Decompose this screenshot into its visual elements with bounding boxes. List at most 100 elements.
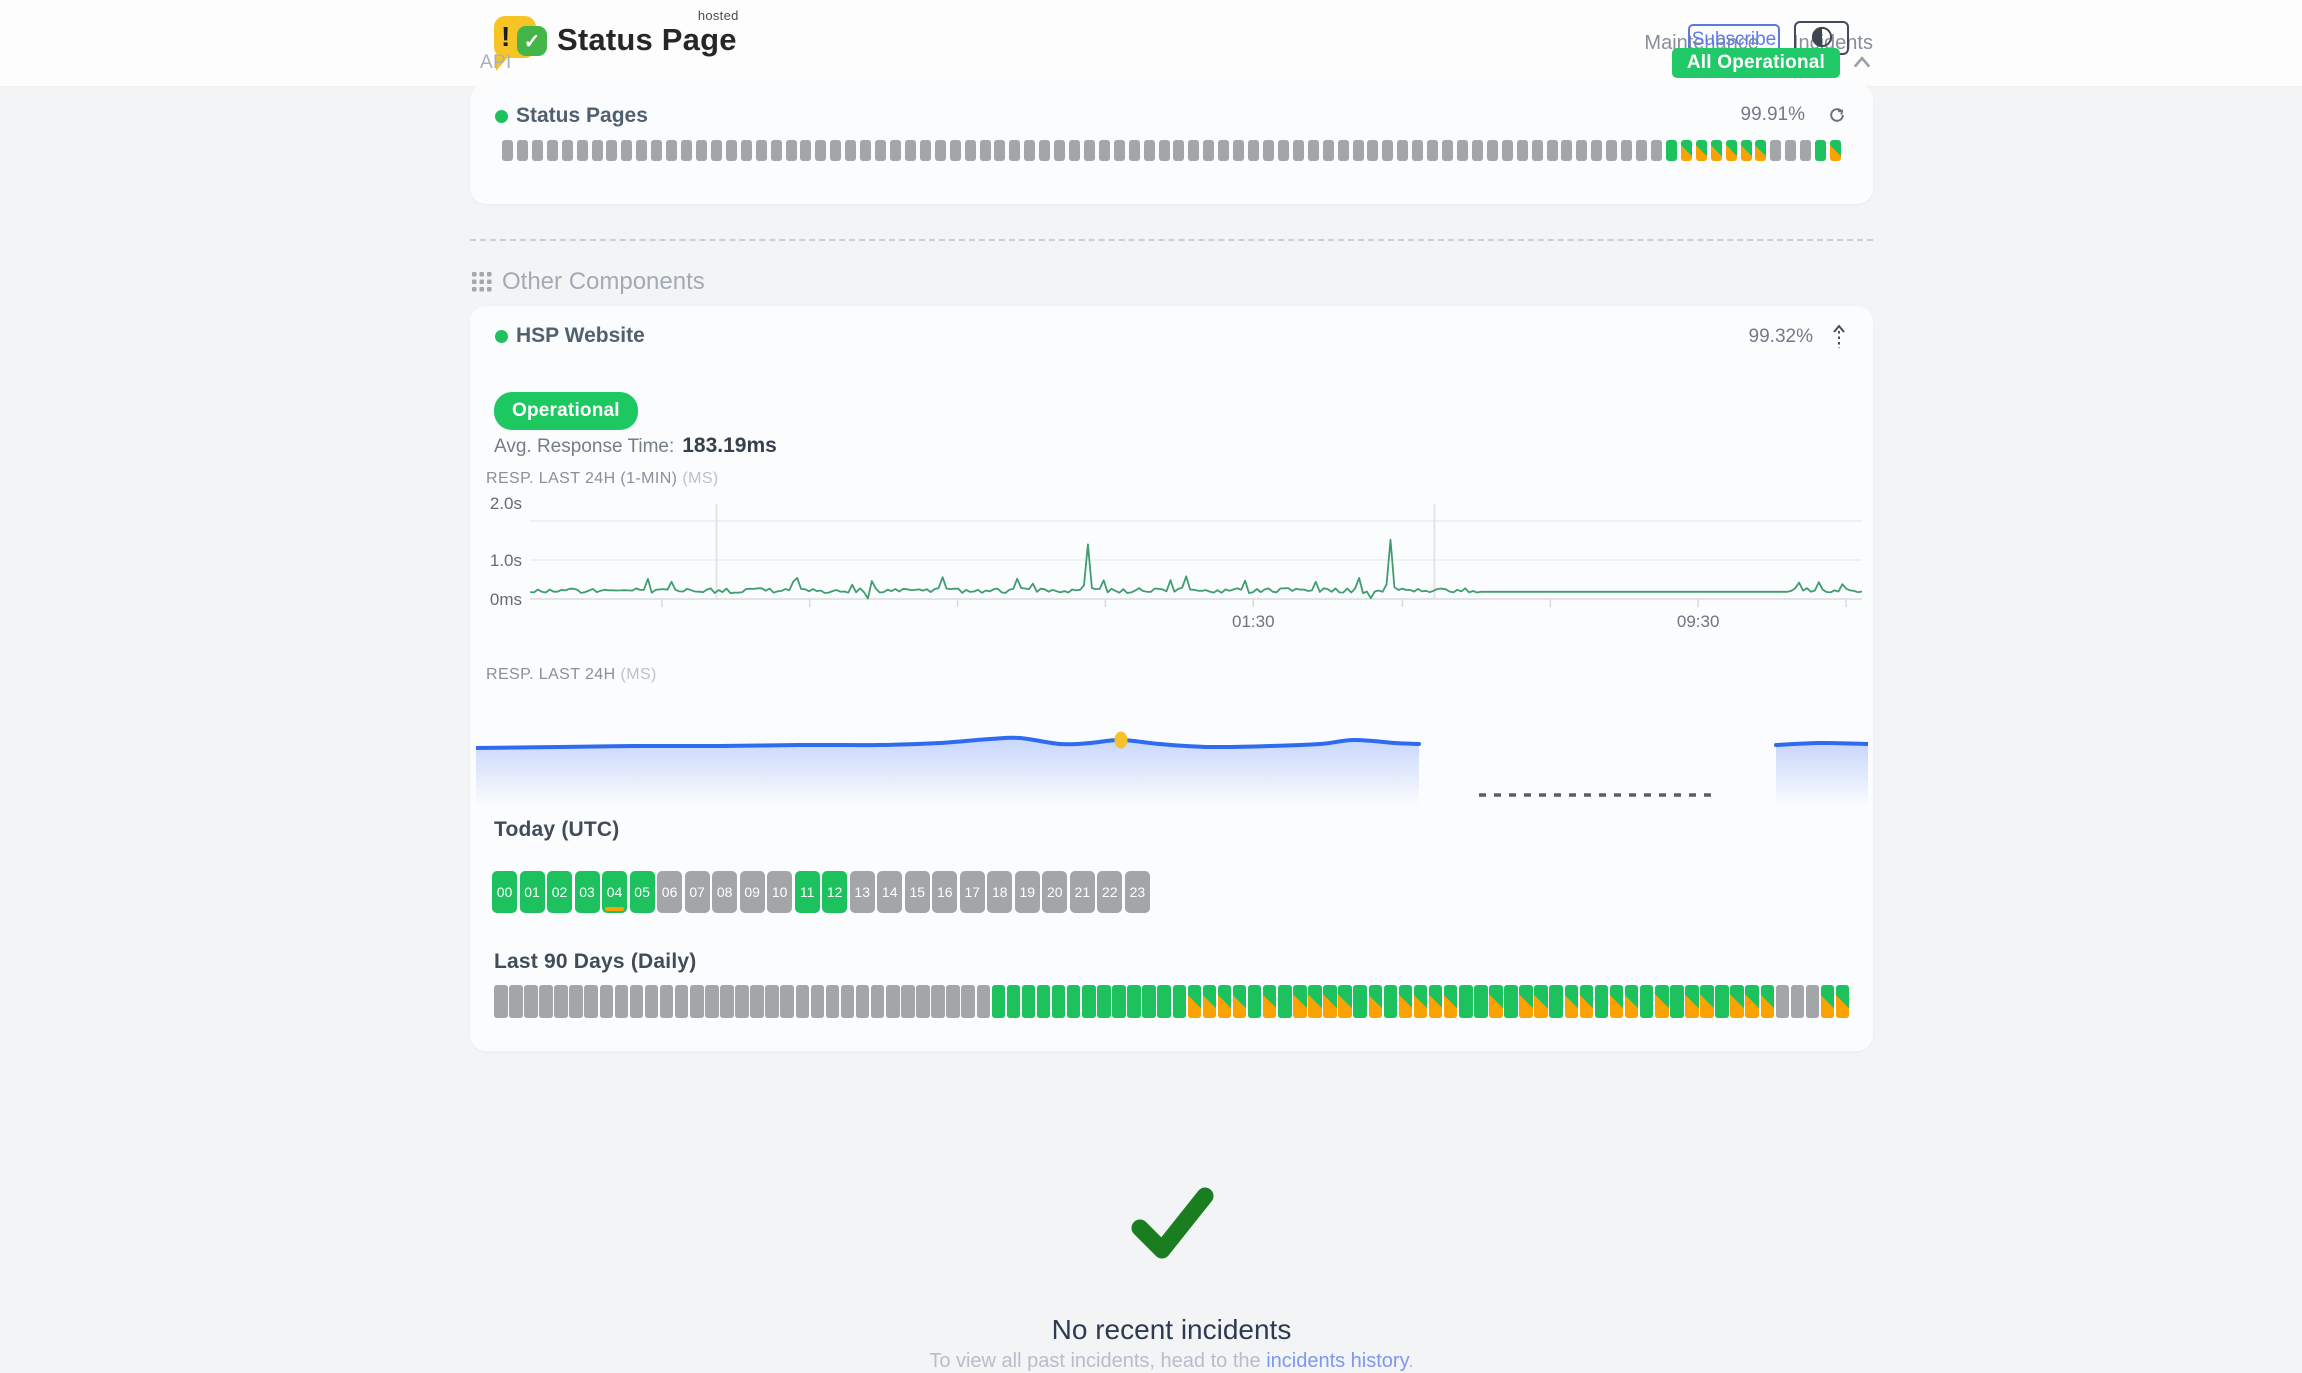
day-block [1836, 985, 1850, 1018]
uptime-bar [1591, 140, 1602, 161]
uptime-bar [1173, 140, 1184, 161]
uptime-bar [1278, 140, 1289, 161]
day-block [524, 985, 538, 1018]
brand-superscript: hosted [698, 8, 739, 23]
day-block [1776, 985, 1790, 1018]
response-time-1min-chart: 01:30 09:30 [530, 504, 1862, 634]
y-tick-2s: 2.0s [480, 494, 522, 514]
day-block [1730, 985, 1744, 1018]
hour-block: 03 [575, 871, 600, 913]
day-block [780, 985, 794, 1018]
hour-block: 20 [1042, 871, 1067, 913]
chart-unit: (MS) [682, 470, 718, 487]
hour-block: 06 [657, 871, 682, 913]
uptime-bar [1442, 140, 1453, 161]
day-block [1700, 985, 1714, 1018]
refresh-icon[interactable] [1827, 105, 1847, 125]
uptime-bar [845, 140, 856, 161]
chevron-up-icon[interactable] [1850, 52, 1874, 74]
day-block [1067, 985, 1081, 1018]
no-incidents-title: No recent incidents [470, 1314, 1873, 1346]
uptime-bar [875, 140, 886, 161]
day-block [1142, 985, 1156, 1018]
uptime-bar [1039, 140, 1050, 161]
svg-text:09:30: 09:30 [1677, 612, 1720, 631]
day-block [660, 985, 674, 1018]
day-block [1188, 985, 1202, 1018]
day-block [1444, 985, 1458, 1018]
uptime-bar [636, 140, 647, 161]
uptime-bar [1487, 140, 1498, 161]
uptime-bar [1457, 140, 1468, 161]
y-tick-1s: 1.0s [480, 551, 522, 571]
uptime-bar [1741, 140, 1752, 161]
day-block [1745, 985, 1759, 1018]
uptime-bar [935, 140, 946, 161]
day-block [1821, 985, 1835, 1018]
chart-caption-24h: RESP. LAST 24H(MS) [486, 666, 657, 684]
uptime-bar [1009, 140, 1020, 161]
uptime-bar [1293, 140, 1304, 161]
day-block [1112, 985, 1126, 1018]
day-block [1052, 985, 1066, 1018]
uptime-bar [1367, 140, 1378, 161]
uptime-bar [1308, 140, 1319, 161]
operational-pill: Operational [494, 392, 638, 430]
day-block [750, 985, 764, 1018]
day-block [961, 985, 975, 1018]
uptime-bar [920, 140, 931, 161]
day-block [1157, 985, 1171, 1018]
hour-block: 22 [1097, 871, 1122, 913]
incidents-history-link[interactable]: incidents history [1266, 1350, 1408, 1372]
day-block [705, 985, 719, 1018]
subtitle-text: To view all past incidents, head to the [929, 1350, 1266, 1372]
uptime-bar [1666, 140, 1677, 161]
section-divider [470, 239, 1873, 241]
uptime-bar [1397, 140, 1408, 161]
day-block [1218, 985, 1232, 1018]
day-block [1761, 985, 1775, 1018]
uptime-bar [1547, 140, 1558, 161]
hsp-uptime-group: 99.32% [1749, 324, 1847, 350]
uptime-bar [1084, 140, 1095, 161]
uptime-bar [1054, 140, 1065, 161]
day-block [1082, 985, 1096, 1018]
uptime-bar [1338, 140, 1349, 161]
hour-block: 04 [602, 871, 627, 913]
uptime-bar [1323, 140, 1334, 161]
uptime-bar [547, 140, 558, 161]
day-block [509, 985, 523, 1018]
hour-block: 01 [520, 871, 545, 913]
uptime-bar [592, 140, 603, 161]
last90-title: Last 90 Days (Daily) [494, 950, 696, 974]
overall-status-row: All Operational [0, 48, 1874, 78]
today-title: Today (UTC) [494, 818, 619, 842]
uptime-bar [905, 140, 916, 161]
day-block [1263, 985, 1277, 1018]
uptime-bar [1144, 140, 1155, 161]
day-block [1580, 985, 1594, 1018]
uptime-bar [1696, 140, 1707, 161]
day-block [826, 985, 840, 1018]
no-incidents-check [470, 1180, 1873, 1275]
uptime-bar [502, 140, 513, 161]
day-block [1022, 985, 1036, 1018]
uptime-bar [1815, 140, 1826, 161]
uptime-bar [1636, 140, 1647, 161]
day-block [539, 985, 553, 1018]
hour-block: 21 [1070, 871, 1095, 913]
uptime-bar [890, 140, 901, 161]
uptime-bar [1681, 140, 1692, 161]
day-block [977, 985, 991, 1018]
svg-text:01:30: 01:30 [1232, 612, 1275, 631]
day-block [1474, 985, 1488, 1018]
uptime-bar [1576, 140, 1587, 161]
uptime-bar [1412, 140, 1423, 161]
day-block [1369, 985, 1383, 1018]
uptime-bar [1502, 140, 1513, 161]
day-block [1625, 985, 1639, 1018]
component-name-status-pages: Status Pages [516, 104, 648, 128]
day-block [569, 985, 583, 1018]
uptime-bar [666, 140, 677, 161]
uptime-percent: 99.32% [1749, 326, 1813, 348]
